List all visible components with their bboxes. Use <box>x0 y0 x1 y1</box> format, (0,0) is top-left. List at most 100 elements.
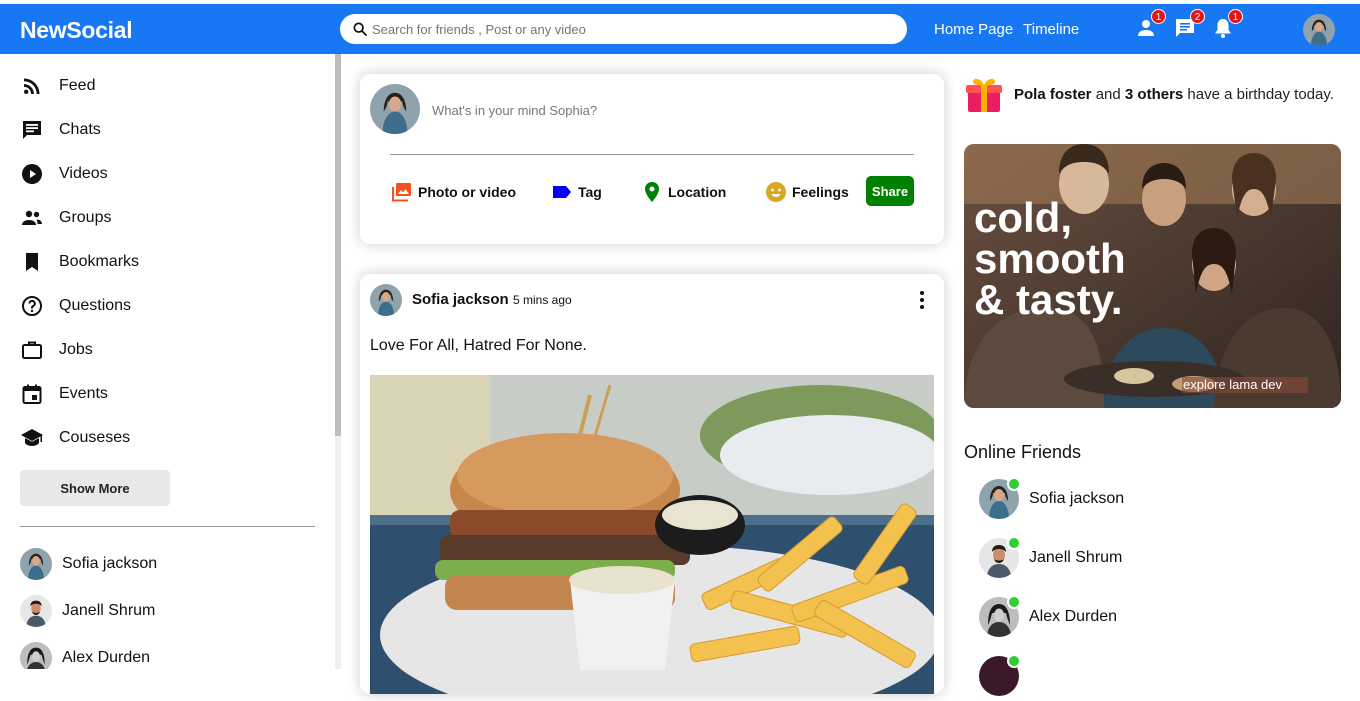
messages-button[interactable]: 2 <box>1173 9 1205 40</box>
online-friend-name: Sofia jackson <box>1029 490 1125 507</box>
messages-badge: 2 <box>1190 9 1205 24</box>
post-text: Love For All, Hatred For None. <box>370 337 587 354</box>
ad-headline-line: smooth <box>974 235 1126 282</box>
bookmark-icon <box>26 253 38 271</box>
app-logo[interactable]: NewSocial <box>20 17 133 44</box>
online-friend-item[interactable] <box>979 654 1021 696</box>
sidebar-scrollbar-thumb[interactable] <box>335 54 341 436</box>
sidebar-item-label: Events <box>59 385 108 402</box>
friend-requests-button[interactable]: 1 <box>1134 9 1166 40</box>
friend-item[interactable]: Alex Durden <box>20 642 150 669</box>
profile-avatar[interactable] <box>1303 14 1335 46</box>
ad-headline-line: & tasty. <box>974 276 1123 323</box>
online-friend-item[interactable]: Janell Shrum <box>979 536 1123 578</box>
help-outline-icon <box>22 296 42 316</box>
school-icon <box>21 429 43 446</box>
divider <box>390 154 914 155</box>
avatar <box>20 548 52 580</box>
sidebar-item-jobs[interactable]: Jobs <box>20 338 93 362</box>
post-image[interactable] <box>370 375 934 694</box>
share-option-label: Tag <box>578 184 602 200</box>
share-option-label: Feelings <box>792 184 849 200</box>
share-card: Photo or video Tag Location Feelings Sha… <box>360 74 944 244</box>
divider <box>20 526 315 527</box>
avatar <box>20 642 52 669</box>
online-friend-item[interactable]: Alex Durden <box>979 595 1118 637</box>
home-page-link[interactable]: Home Page <box>934 21 1013 38</box>
post-author-avatar[interactable] <box>370 284 402 316</box>
friend-requests-badge: 1 <box>1151 9 1166 24</box>
search-icon <box>353 22 367 36</box>
online-friend-name: Alex Durden <box>1029 608 1118 625</box>
sidebar-item-label: Couseses <box>59 429 131 446</box>
online-friend-name: Janell Shrum <box>1029 549 1123 566</box>
share-input[interactable] <box>432 100 912 120</box>
show-more-button[interactable]: Show More <box>20 470 170 506</box>
rss-feed-icon <box>24 78 40 94</box>
friend-name: Sofia jackson <box>62 555 158 572</box>
more-vert-icon <box>920 291 924 309</box>
sidebar-item-label: Feed <box>59 77 96 94</box>
online-status-dot <box>1007 654 1021 668</box>
chat-icon <box>23 121 41 139</box>
share-option-photo[interactable]: Photo or video <box>390 180 516 204</box>
ad-banner[interactable]: cold, smooth & tasty. explore lama dev <box>964 144 1341 408</box>
notifications-badge: 1 <box>1228 9 1243 24</box>
sidebar: Feed Chats Videos Groups Bookmarks Quest… <box>0 54 335 669</box>
sidebar-item-label: Videos <box>59 165 108 182</box>
post-timestamp: 5 mins ago <box>513 293 572 307</box>
sidebar-item-videos[interactable]: Videos <box>20 162 108 186</box>
sidebar-item-label: Bookmarks <box>59 253 140 270</box>
share-option-location[interactable]: Location <box>640 180 726 204</box>
post-options-button[interactable] <box>910 288 934 312</box>
share-option-tag[interactable]: Tag <box>550 180 602 204</box>
sidebar-item-chats[interactable]: Chats <box>20 118 101 142</box>
online-status-dot <box>1007 595 1021 609</box>
birthday-notice: Pola foster and 3 others have a birthday… <box>964 74 1334 114</box>
friend-name: Janell Shrum <box>62 602 156 619</box>
emoji-icon <box>766 182 786 202</box>
group-icon <box>22 210 42 225</box>
birthday-others: 3 others <box>1124 85 1184 103</box>
label-icon <box>553 186 571 198</box>
sidebar-item-label: Questions <box>59 297 132 314</box>
work-outline-icon <box>22 341 42 359</box>
share-option-label: Photo or video <box>418 184 516 200</box>
avatar <box>20 595 52 627</box>
online-status-dot <box>1007 536 1021 550</box>
sidebar-item-bookmarks[interactable]: Bookmarks <box>20 250 139 274</box>
birthday-name: Pola foster <box>1014 85 1092 103</box>
ad-caption: explore lama dev <box>1183 377 1282 392</box>
search-bar[interactable] <box>340 14 907 44</box>
sidebar-item-label: Jobs <box>59 341 93 358</box>
ad-headline-line: cold, <box>974 194 1072 241</box>
online-friends-title: Online Friends <box>964 442 1082 462</box>
sidebar-item-events[interactable]: Events <box>20 382 108 406</box>
sidebar-item-feed[interactable]: Feed <box>20 74 95 98</box>
event-icon <box>22 384 42 404</box>
friend-item[interactable]: Janell Shrum <box>20 595 155 627</box>
birthday-text: and <box>1091 85 1125 103</box>
room-icon <box>645 182 659 202</box>
sidebar-item-courses[interactable]: Couseses <box>20 426 130 450</box>
post-username[interactable]: Sofia jackson <box>412 291 509 308</box>
friend-name: Alex Durden <box>62 649 151 666</box>
share-button[interactable]: Share <box>866 176 914 206</box>
notifications-button[interactable]: 1 <box>1211 9 1243 40</box>
sidebar-item-groups[interactable]: Groups <box>20 206 111 230</box>
sidebar-item-label: Groups <box>59 209 112 226</box>
share-option-label: Location <box>668 184 727 200</box>
post-card: Sofia jackson 5 mins ago Love For All, H… <box>360 274 944 694</box>
share-option-feelings[interactable]: Feelings <box>764 180 849 204</box>
sidebar-item-questions[interactable]: Questions <box>20 294 131 318</box>
share-avatar <box>370 84 420 134</box>
search-input[interactable] <box>372 18 892 40</box>
birthday-text: have a birthday today. <box>1183 85 1334 103</box>
timeline-link[interactable]: Timeline <box>1023 21 1079 38</box>
online-status-dot <box>1007 477 1021 491</box>
topbar: NewSocial Home Page Timeline 1 2 1 <box>0 4 1360 54</box>
sidebar-item-label: Chats <box>59 121 101 138</box>
online-friend-item[interactable]: Sofia jackson <box>979 477 1125 519</box>
friend-item[interactable]: Sofia jackson <box>20 548 157 580</box>
gift-icon <box>966 78 1002 112</box>
